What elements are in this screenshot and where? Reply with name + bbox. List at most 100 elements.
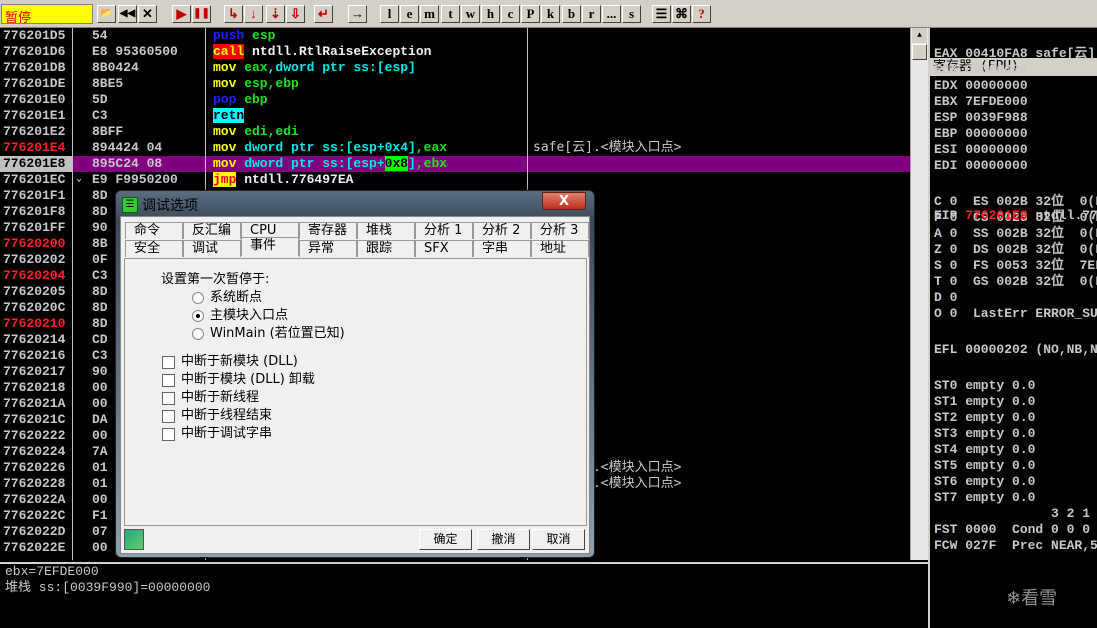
- register-line[interactable]: ST5 empty 0.0: [934, 458, 1035, 474]
- register-line[interactable]: O 0 LastErr ERROR_SU: [934, 306, 1097, 322]
- radio-option[interactable]: 系统断点: [192, 289, 262, 307]
- checkbox-option[interactable]: 中断于线程结束: [162, 407, 272, 425]
- checkbox[interactable]: [162, 427, 175, 441]
- restart-icon[interactable]: ◀◀: [118, 5, 137, 23]
- tab-1-row2[interactable]: 调试: [183, 240, 241, 257]
- register-line[interactable]: T 0 GS 002B 32位 0(F: [934, 274, 1097, 290]
- threads-button[interactable]: t: [441, 5, 460, 23]
- register-line[interactable]: ST1 empty 0.0: [934, 394, 1035, 410]
- register-line[interactable]: ST0 empty 0.0: [934, 378, 1035, 394]
- register-line[interactable]: ST3 empty 0.0: [934, 426, 1035, 442]
- register-line[interactable]: EDI 00000000: [934, 158, 1028, 174]
- close-icon[interactable]: ✕: [138, 5, 157, 23]
- references-button[interactable]: r: [582, 5, 601, 23]
- column-divider[interactable]: [72, 28, 73, 560]
- selected-instruction-row[interactable]: 776201E8 895C24 08 mov dword ptr ss:[esp+0…: [0, 156, 910, 172]
- register-line[interactable]: ST7 empty 0.0: [934, 490, 1035, 506]
- checkbox-option[interactable]: 中断于新模块 (DLL): [162, 353, 298, 371]
- source-button[interactable]: s: [622, 5, 641, 23]
- register-line[interactable]: ST4 empty 0.0: [934, 442, 1035, 458]
- checkbox[interactable]: [162, 355, 175, 369]
- tab-3-row2[interactable]: 异常: [299, 240, 357, 257]
- tab-5[interactable]: 分析 1: [415, 222, 473, 239]
- handles-button[interactable]: h: [481, 5, 500, 23]
- step-into-icon[interactable]: ↳: [224, 5, 243, 23]
- register-line[interactable]: EFL 00000202 (NO,NB,N: [934, 342, 1097, 358]
- registers-pane[interactable]: 寄存器 (FPU) EAX 00410FA8 safe[云] ECX 000000…: [930, 28, 1097, 628]
- help-icon[interactable]: ?: [692, 5, 711, 23]
- register-line[interactable]: ST6 empty 0.0: [934, 474, 1035, 490]
- log-button[interactable]: l: [380, 5, 399, 23]
- callstack-button[interactable]: k: [541, 5, 560, 23]
- appearance-icon[interactable]: ⌘: [672, 5, 691, 23]
- register-line[interactable]: EBX 7EFDE000: [934, 94, 1028, 110]
- runtrace-button[interactable]: ...: [602, 5, 621, 23]
- instruction-row[interactable]: 776201D6 E8 95360500 call ntdll.RtlRaiseEx…: [0, 44, 910, 60]
- instruction-row[interactable]: 776201EC ⌄ E9 F9950200 jmp ntdll.776497EA: [0, 172, 910, 188]
- checkbox[interactable]: [162, 373, 175, 387]
- checkbox-option[interactable]: 中断于调试字串: [162, 425, 272, 443]
- tab-1[interactable]: 反汇编: [183, 222, 241, 239]
- instruction-row[interactable]: 776201DB 8B0424 mov eax,dword ptr ss:[esp]: [0, 60, 910, 76]
- run-icon[interactable]: ▶: [172, 5, 191, 23]
- register-line[interactable]: S 0 FS 0053 32位 7EF: [934, 258, 1097, 274]
- options-list-icon[interactable]: ☰: [652, 5, 671, 23]
- tab-2-row2[interactable]: 事件: [241, 237, 299, 256]
- register-line[interactable]: EDX 00000000: [934, 78, 1028, 94]
- register-line[interactable]: EBP 00000000: [934, 126, 1028, 142]
- tab-3[interactable]: 寄存器: [299, 222, 357, 239]
- instruction-row[interactable]: 776201DE 8BE5 mov esp,ebp: [0, 76, 910, 92]
- tab-6[interactable]: 分析 2: [473, 222, 531, 239]
- instruction-row[interactable]: 776201E2 8BFF mov edi,edi: [0, 124, 910, 140]
- memory-button[interactable]: m: [420, 5, 439, 23]
- radio-button[interactable]: [192, 328, 204, 340]
- cancel-button[interactable]: 取消: [532, 529, 585, 550]
- breakpoints-button[interactable]: b: [562, 5, 581, 23]
- instruction-row[interactable]: 776201D5 54 push esp: [0, 28, 910, 44]
- radio-option[interactable]: WinMain (若位置已知): [192, 325, 345, 343]
- register-line[interactable]: Z 0 DS 002B 32位 0(F: [934, 242, 1097, 258]
- tab-7-row2[interactable]: 地址: [531, 240, 589, 257]
- tab-6-row2[interactable]: 字串: [473, 240, 531, 257]
- instruction-row[interactable]: 776201E1 C3 retn: [0, 108, 910, 124]
- tab-5-row2[interactable]: SFX: [415, 240, 473, 257]
- register-line[interactable]: ST2 empty 0.0: [934, 410, 1035, 426]
- checkbox[interactable]: [162, 409, 175, 423]
- register-line[interactable]: ESP 0039F988: [934, 110, 1028, 126]
- cpu-button[interactable]: c: [501, 5, 520, 23]
- register-line[interactable]: A 0 SS 002B 32位 0(F: [934, 226, 1097, 242]
- tab-0-row2[interactable]: 安全: [125, 240, 183, 257]
- open-icon[interactable]: 📂: [97, 5, 116, 23]
- register-line[interactable]: FCW 027F Prec NEAR,5: [934, 538, 1097, 554]
- checkbox-option[interactable]: 中断于新线程: [162, 389, 259, 407]
- execute-till-return-icon[interactable]: ↵: [314, 5, 333, 23]
- patches-button[interactable]: P: [521, 5, 540, 23]
- radio-button[interactable]: [192, 292, 204, 304]
- windows-button[interactable]: w: [461, 5, 480, 23]
- radio-button[interactable]: [192, 310, 204, 322]
- close-button[interactable]: X: [542, 192, 586, 210]
- eip-register[interactable]: EIP 776201E8 ntdll.77: [934, 208, 1097, 224]
- dialog-titlebar[interactable]: ☰ 调试选项: [122, 194, 198, 216]
- radio-option[interactable]: 主模块入口点: [192, 307, 288, 325]
- goto-icon[interactable]: →: [348, 5, 367, 23]
- instruction-row[interactable]: 776201E4 894424 04 mov dword ptr ss:[esp+0…: [0, 140, 910, 156]
- checkbox-option[interactable]: 中断于模块 (DLL) 卸载: [162, 371, 315, 389]
- appearance-icon[interactable]: [124, 529, 144, 550]
- register-line[interactable]: ECX 00000000: [934, 62, 1028, 78]
- ok-button[interactable]: 确定: [419, 529, 472, 550]
- register-line[interactable]: EAX 00410FA8 safe[云]: [934, 46, 1095, 62]
- trace-into-icon[interactable]: ⇣: [266, 5, 285, 23]
- scroll-up-icon[interactable]: ▲: [912, 28, 927, 43]
- tab-7[interactable]: 分析 3: [531, 222, 589, 239]
- pause-icon[interactable]: ❚❚: [192, 5, 211, 23]
- instruction-row[interactable]: 776201E0 5D pop ebp: [0, 92, 910, 108]
- tab-0[interactable]: 命令: [125, 222, 183, 239]
- disassembly-scrollbar[interactable]: ▲: [910, 28, 928, 560]
- tab-4[interactable]: 堆栈: [357, 222, 415, 239]
- trace-over-icon[interactable]: ⇩: [286, 5, 305, 23]
- register-line[interactable]: ESI 00000000: [934, 142, 1028, 158]
- register-line[interactable]: 3 2 1: [934, 506, 1090, 522]
- executables-button[interactable]: e: [400, 5, 419, 23]
- checkbox[interactable]: [162, 391, 175, 405]
